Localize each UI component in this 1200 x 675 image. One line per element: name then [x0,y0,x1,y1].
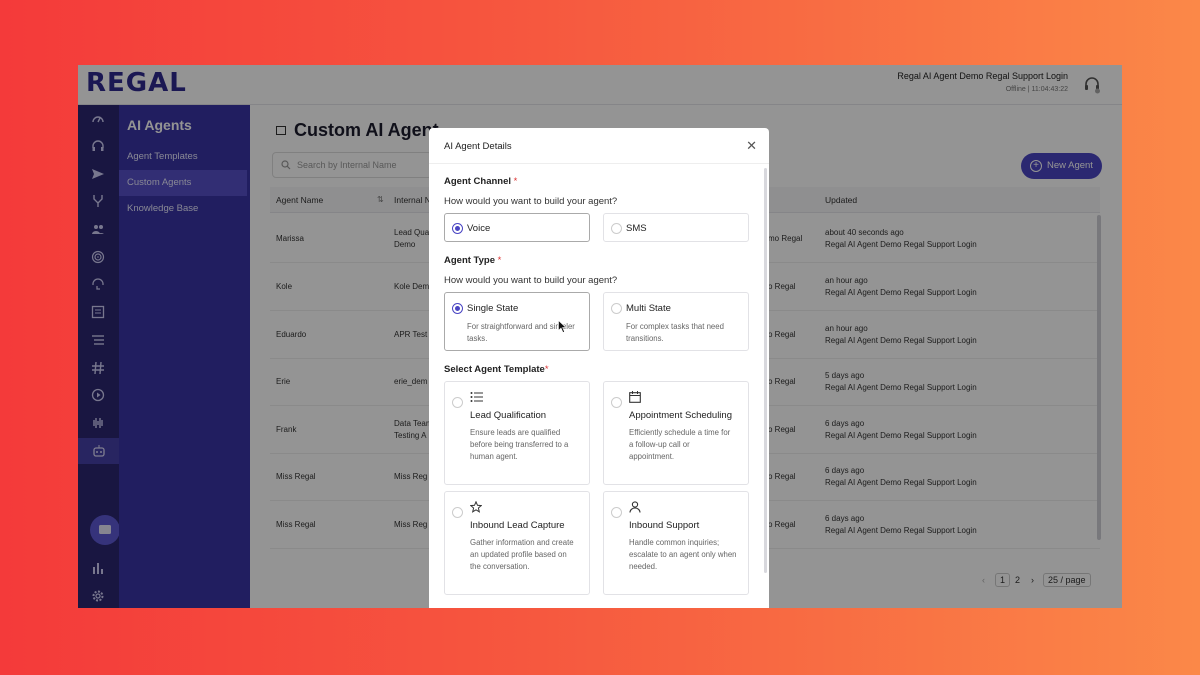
inbound-lead-capture-title: Inbound Lead Capture [470,520,565,531]
star-icon [470,501,482,513]
close-icon[interactable]: ✕ [746,138,757,154]
desc-line: Handle common inquiries; [629,538,720,547]
agent-channel-text: Agent Channel [444,176,512,187]
desc-line: Efficiently schedule a time for [629,428,731,437]
type-question: How would you want to build your agent? [444,275,618,286]
template-text: Select Agent Template [444,364,545,375]
inbound-support-title: Inbound Support [629,520,700,531]
desc-line: human agent. [470,452,518,461]
desc-line: a follow-up call or [629,440,690,449]
desc-line: transitions. [626,334,664,343]
desc-line: appointment. [629,452,675,461]
required-mark: * [497,255,502,266]
modal-scrollbar[interactable] [764,168,767,573]
modal-title: AI Agent Details [444,141,512,152]
sms-label: SMS [626,223,647,234]
desc-line: tasks. [467,334,488,343]
agent-type-label: Agent Type * [444,255,501,266]
desc-line: Ensure leads are qualified [470,428,561,437]
appointment-scheduling-radio[interactable] [611,397,622,408]
ai-agent-details-modal: AI Agent Details ✕ Agent Channel * How w… [429,128,769,608]
single-state-label: Single State [467,303,519,314]
lead-qualification-desc: Ensure leads are qualified before being t… [470,427,568,463]
inbound-support-desc: Handle common inquiries; escalate to an a… [629,537,737,573]
appointment-scheduling-title: Appointment Scheduling [629,410,732,421]
type-option-single-state[interactable]: Single State For straightforward and sim… [444,292,590,351]
channel-option-voice[interactable]: Voice [444,213,590,242]
template-card-appointment-scheduling[interactable]: Appointment Scheduling Efficiently sched… [603,381,749,485]
desc-line: before being transferred to a [470,440,569,449]
template-card-inbound-lead-capture[interactable]: Inbound Lead Capture Gather information … [444,491,590,595]
calendar-icon [629,391,641,403]
required-mark: * [544,364,549,375]
desc-line: escalate to an agent only when [629,550,737,559]
desc-line: an updated profile based on [470,550,567,559]
template-card-inbound-support[interactable]: Inbound Support Handle common inquiries;… [603,491,749,595]
modal-divider [429,163,769,164]
appointment-scheduling-desc: Efficiently schedule a time for a follow-… [629,427,730,463]
voice-label: Voice [467,223,491,234]
lead-qualification-title: Lead Qualification [470,410,547,421]
inbound-lead-capture-radio[interactable] [452,507,463,518]
multi-state-label: Multi State [626,303,671,314]
type-option-multi-state[interactable]: Multi State For complex tasks that need t… [603,292,749,351]
person-icon [629,501,641,513]
list-icon [470,392,483,402]
template-label: Select Agent Template* [444,364,549,375]
single-state-radio[interactable] [452,303,463,314]
lead-qualification-radio[interactable] [452,397,463,408]
voice-radio[interactable] [452,223,463,234]
multi-state-desc: For complex tasks that need transitions. [626,321,724,345]
sms-radio[interactable] [611,223,622,234]
desc-line: needed. [629,562,658,571]
desc-line: Gather information and create [470,538,574,547]
inbound-support-radio[interactable] [611,507,622,518]
inbound-lead-capture-desc: Gather information and create an updated … [470,537,574,573]
desc-line: the conversation. [470,562,530,571]
channel-option-sms[interactable]: SMS [603,213,749,242]
desc-line: For complex tasks that need [626,322,724,331]
app-window: REGAL Regal AI Agent Demo Regal Support … [78,65,1122,608]
channel-question: How would you want to build your agent? [444,196,618,207]
multi-state-radio[interactable] [611,303,622,314]
agent-type-text: Agent Type [444,255,496,266]
mouse-cursor-icon [558,320,567,333]
template-card-lead-qualification[interactable]: Lead Qualification Ensure leads are qual… [444,381,590,485]
agent-channel-label: Agent Channel * [444,176,517,187]
required-mark: * [513,176,518,187]
